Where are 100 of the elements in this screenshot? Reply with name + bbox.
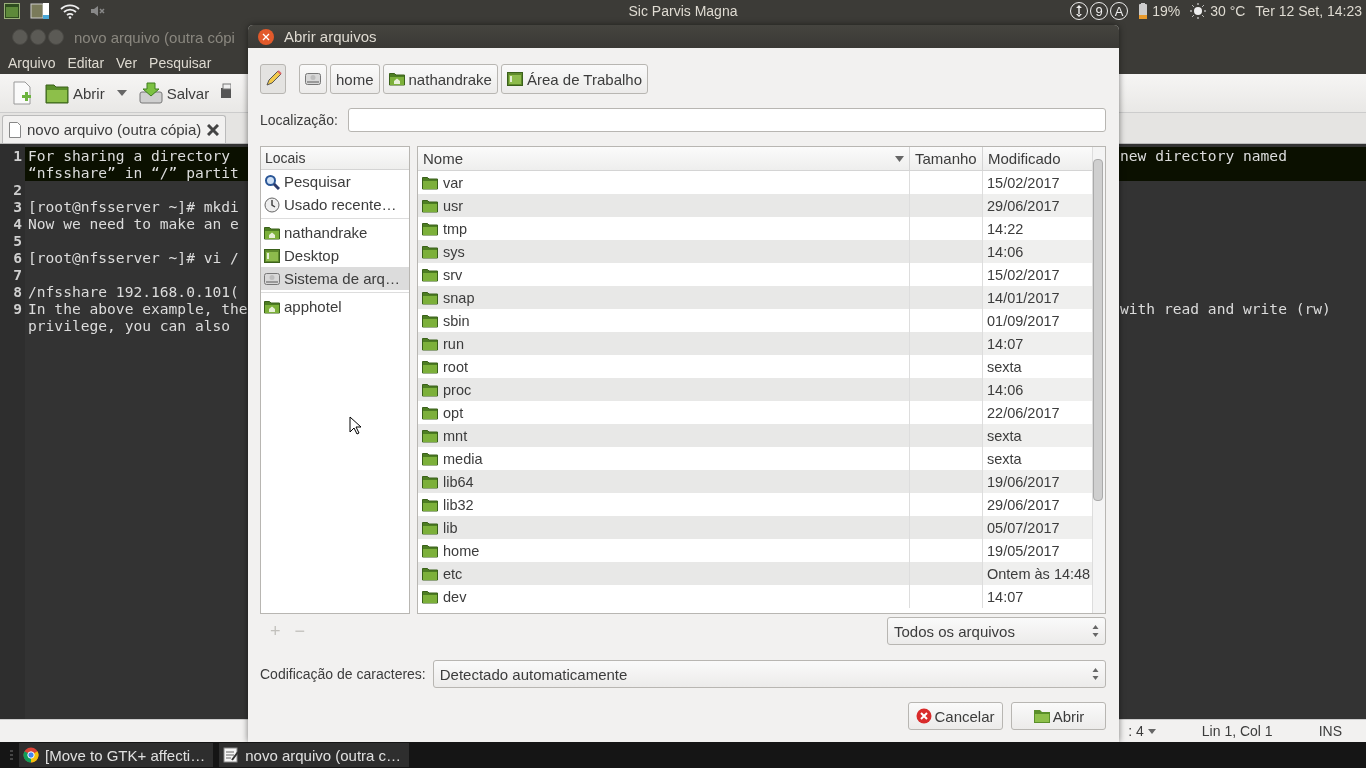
menu-item[interactable]: Pesquisar [143,55,218,71]
file-name: var [443,174,464,191]
location-label: Localização: [260,112,338,128]
file-row[interactable]: run [418,332,910,355]
path-button[interactable]: home [330,64,380,94]
minimize-button[interactable] [30,29,46,45]
table-cell: 05/07/2017 [983,516,1093,539]
folder-icon [422,313,438,328]
folder-icon [422,382,438,397]
code-line: “nfsshare” in “/” partit [28,164,239,181]
toolbar-button[interactable]: Salvar [135,80,213,106]
maximize-button[interactable] [48,29,64,45]
menu-item[interactable]: Editar [61,55,111,71]
file-name: srv [443,266,463,283]
clock[interactable]: Ter 12 Set, 14:23 [1255,3,1362,19]
encoding-label: Codificação de caracteres: [260,666,426,682]
taskbar-item[interactable]: [Move to GTK+ affecti… [19,743,214,767]
file-name: lib [443,519,458,536]
sort-arrow-icon [895,155,904,162]
column-header[interactable]: Nome [418,147,910,171]
folder-icon [422,497,438,512]
file-name: usr [443,197,464,214]
folder-icon [422,428,438,443]
taskbar-item[interactable]: novo arquivo (outra c… [219,743,410,767]
clock-icon [264,196,280,213]
place-item[interactable]: Pesquisar [261,170,409,193]
text-editor-icon [223,747,240,763]
panel-title: Sic Parvis Magna [628,3,738,19]
document-tab[interactable]: novo arquivo (outra cópia) [2,115,227,143]
file-row[interactable]: lib64 [418,470,910,493]
file-name: tmp [443,220,468,237]
file-name: dev [443,588,467,605]
battery-icon [1138,3,1149,19]
temperature[interactable]: 30 °C [1210,3,1246,19]
code-line: [root@nfsserver ~]# vi / [28,249,239,266]
close-icon [207,123,220,136]
close-button[interactable] [258,28,274,45]
file-row[interactable]: usr [418,194,910,217]
scrollbar[interactable] [1092,147,1105,613]
path-button[interactable] [299,64,327,94]
folder-icon [422,221,438,236]
code-line: new directory named [1120,147,1287,164]
column-header[interactable]: Tamanho [910,147,983,171]
code-line: privilege, you can also [28,317,231,334]
menu-item[interactable]: Arquivo [2,55,62,71]
drive-icon [305,72,321,86]
place-item[interactable]: Sistema de arq… [261,267,409,290]
folder-icon [422,336,438,351]
tab-width-selector[interactable]: : 4 [1128,723,1156,739]
column-header: Locais [261,147,409,170]
file-row[interactable]: sys [418,240,910,263]
file-name: home [443,542,480,559]
document-icon [9,121,21,138]
muted-speaker-icon [90,5,106,17]
browser-icon [23,747,39,763]
place-item[interactable]: Desktop [261,244,409,267]
dialog-button[interactable]: Cancelar [908,702,1003,730]
file-row[interactable]: snap [418,286,910,309]
updown-arrow-icon [1092,625,1099,637]
location-field[interactable] [347,108,1106,132]
edit-location-button[interactable] [260,64,286,94]
filter-dropdown[interactable]: Todos os arquivos [887,617,1106,645]
table-cell: sexta [983,424,1093,447]
folder-icon [422,290,438,305]
insert-mode: INS [1318,723,1342,739]
table-cell: 14:06 [983,240,1093,263]
toolbar-button[interactable]: Abrir [42,80,108,106]
place-item[interactable]: Usado recente… [261,193,409,216]
file-row[interactable]: dev [418,585,910,608]
updown-arrow-icon [1076,5,1083,17]
pencil-icon [264,70,282,88]
path-button[interactable]: nathandrake [382,64,498,94]
close-icon [262,32,270,41]
column-header[interactable]: Modificado [983,147,1093,171]
place-item[interactable]: nathandrake [261,221,409,244]
file-row[interactable]: proc [418,378,910,401]
menu-item[interactable]: Ver [110,55,144,71]
wifi-icon [60,3,80,19]
place-item[interactable]: apphotel [261,295,409,318]
path-button[interactable]: Área de Trabalho [500,64,648,94]
sun-icon [1190,3,1207,19]
file-row[interactable]: etc [418,562,910,585]
line-number: 1 [0,147,25,181]
folder-icon [422,244,438,259]
code-line: /nfsshare 192.168.0.101( [28,283,239,300]
home-folder-icon [388,72,405,86]
file-row[interactable]: mnt [418,424,910,447]
caret-icon [1147,728,1156,734]
new-file-icon [11,81,33,105]
folder-icon [422,474,438,489]
folder-icon [422,198,438,213]
code-line: Now we need to make an e [28,215,239,232]
battery-level[interactable]: 19% [1152,3,1181,19]
dialog-button[interactable]: Abrir [1011,702,1106,730]
folder-icon [422,543,438,558]
encoding-dropdown[interactable]: Detectado automaticamente [432,660,1106,688]
folder-icon [422,175,438,190]
file-row[interactable]: lib [418,516,910,539]
table-cell: 14:06 [983,378,1093,401]
cursor-position: Lin 1, Col 1 [1201,723,1273,739]
